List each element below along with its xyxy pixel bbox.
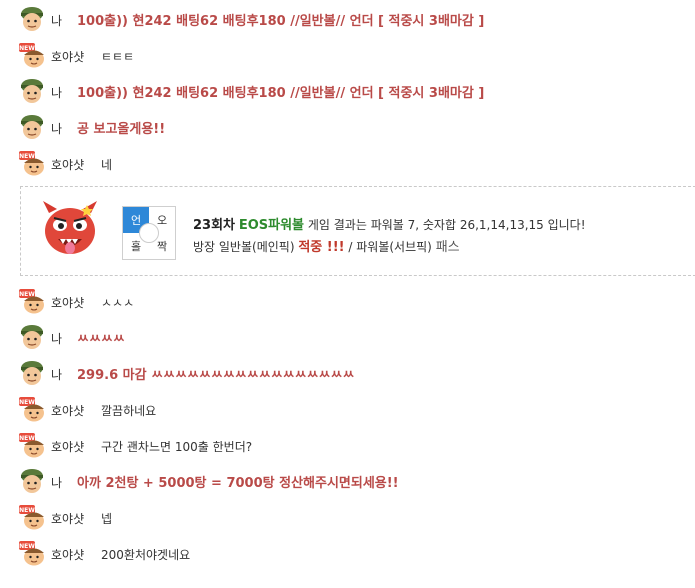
sender-nickname[interactable]: 나 [51, 120, 62, 137]
game-name: EOS파워볼 [238, 218, 305, 233]
soldier-avatar-icon [21, 7, 43, 31]
grid-center-dot [139, 223, 159, 243]
new-user-avatar-icon: NEW [19, 43, 44, 68]
devil-mascot-icon [43, 201, 97, 254]
message-text: 200환처야겟네요 [101, 548, 191, 562]
chat-message: 나 공 보고올게용!! [0, 110, 695, 146]
sender-nickname[interactable]: 나 [51, 84, 62, 101]
chat-message: NEW 호야샷 구간 괜차느면 100출 한번더? [0, 428, 695, 464]
soldier-avatar-icon [21, 469, 43, 493]
sender-nickname[interactable]: 호야샷 [51, 156, 84, 173]
message-text: 299.6 마감 ㅆㅆㅆㅆㅆㅆㅆㅆㅆㅆㅆㅆㅆㅆㅆㅆㅆ [77, 368, 355, 383]
sender-nickname[interactable]: 나 [51, 366, 62, 383]
soldier-avatar-icon [21, 79, 43, 103]
message-text: ㅆㅆㅆㅆ [77, 332, 125, 347]
pick-result-line: 방장 일반볼(메인픽) 적중 !!! / 파워볼(서브픽) 패스 [193, 236, 460, 255]
chat-message: 나 299.6 마감 ㅆㅆㅆㅆㅆㅆㅆㅆㅆㅆㅆㅆㅆㅆㅆㅆㅆ [0, 356, 695, 392]
new-user-avatar-icon: NEW [19, 151, 44, 176]
chat-message: 나 100출)) 현242 배팅62 배팅후180 //일반볼// 언더 [ 적… [0, 2, 695, 38]
message-text: 네 [101, 158, 113, 172]
message-text: 100출)) 현242 배팅62 배팅후180 //일반볼// 언더 [ 적중시… [77, 14, 485, 29]
sender-nickname[interactable]: 호야샷 [51, 438, 84, 455]
round-number: 23회차 [193, 218, 236, 233]
soldier-avatar-icon [21, 361, 43, 385]
message-text: ㅌㅌㅌ [101, 50, 135, 64]
new-user-avatar-icon: NEW [19, 289, 44, 314]
sender-nickname[interactable]: 나 [51, 474, 62, 491]
sender-nickname[interactable]: 호야샷 [51, 402, 84, 419]
result-text: 게임 결과는 파워볼 7, 숫자합 26,1,14,13,15 입니다! [307, 218, 586, 232]
new-user-avatar-icon: NEW [19, 397, 44, 422]
sender-nickname[interactable]: 호야샷 [51, 510, 84, 527]
hit-label: 적중 !!! [298, 240, 345, 255]
message-text: 구간 괜차느면 100출 한번더? [101, 440, 253, 454]
chat-message: 나 ㅆㅆㅆㅆ [0, 320, 695, 356]
chat-message: NEW 호야샷 ㅅㅅㅅ [0, 284, 695, 320]
sender-nickname[interactable]: 호야샷 [51, 294, 84, 311]
chat-message: NEW 호야샷 깔끔하네요 [0, 392, 695, 428]
chat-message: NEW 호야샷 넵 [0, 500, 695, 536]
chat-message: 나 아까 2천탕 + 5000탕 = 7000탕 정산해주시면되세용!! [0, 464, 695, 500]
sender-nickname[interactable]: 호야샷 [51, 546, 84, 563]
result-grid: 언 오 홀 짝 [122, 206, 176, 260]
result-line: 23회차 EOS파워볼 게임 결과는 파워볼 7, 숫자합 26,1,14,13… [193, 214, 586, 233]
chat-message: NEW 호야샷 ㅌㅌㅌ [0, 38, 695, 74]
message-text: ㅅㅅㅅ [101, 296, 135, 310]
message-text: 공 보고올게용!! [77, 122, 166, 137]
chat-message: NEW 호야샷 200환처야겟네요 [0, 536, 695, 572]
soldier-avatar-icon [21, 115, 43, 139]
sender-nickname[interactable]: 나 [51, 330, 62, 347]
new-user-avatar-icon: NEW [19, 541, 44, 566]
sender-nickname[interactable]: 나 [51, 12, 62, 29]
main-pick-label: 방장 일반볼(메인픽) [193, 240, 295, 254]
message-text: 깔끔하네요 [101, 404, 157, 418]
message-text: 넵 [101, 512, 113, 526]
new-user-avatar-icon: NEW [19, 505, 44, 530]
game-result-card: 언 오 홀 짝 23회차 EOS파워볼 게임 결과는 파워볼 7, 숫자합 26… [20, 186, 695, 276]
soldier-avatar-icon [21, 325, 43, 349]
chat-message: 나 100출)) 현242 배팅62 배팅후180 //일반볼// 언더 [ 적… [0, 74, 695, 110]
pass-label: 패스 [435, 240, 460, 255]
sender-nickname[interactable]: 호야샷 [51, 48, 84, 65]
message-text: 아까 2천탕 + 5000탕 = 7000탕 정산해주시면되세용!! [77, 476, 399, 491]
chat-message: NEW 호야샷 네 [0, 146, 695, 182]
sub-pick-label: / 파워볼(서브픽) [348, 240, 432, 254]
new-user-avatar-icon: NEW [19, 433, 44, 458]
message-text: 100출)) 현242 배팅62 배팅후180 //일반볼// 언더 [ 적중시… [77, 86, 485, 101]
